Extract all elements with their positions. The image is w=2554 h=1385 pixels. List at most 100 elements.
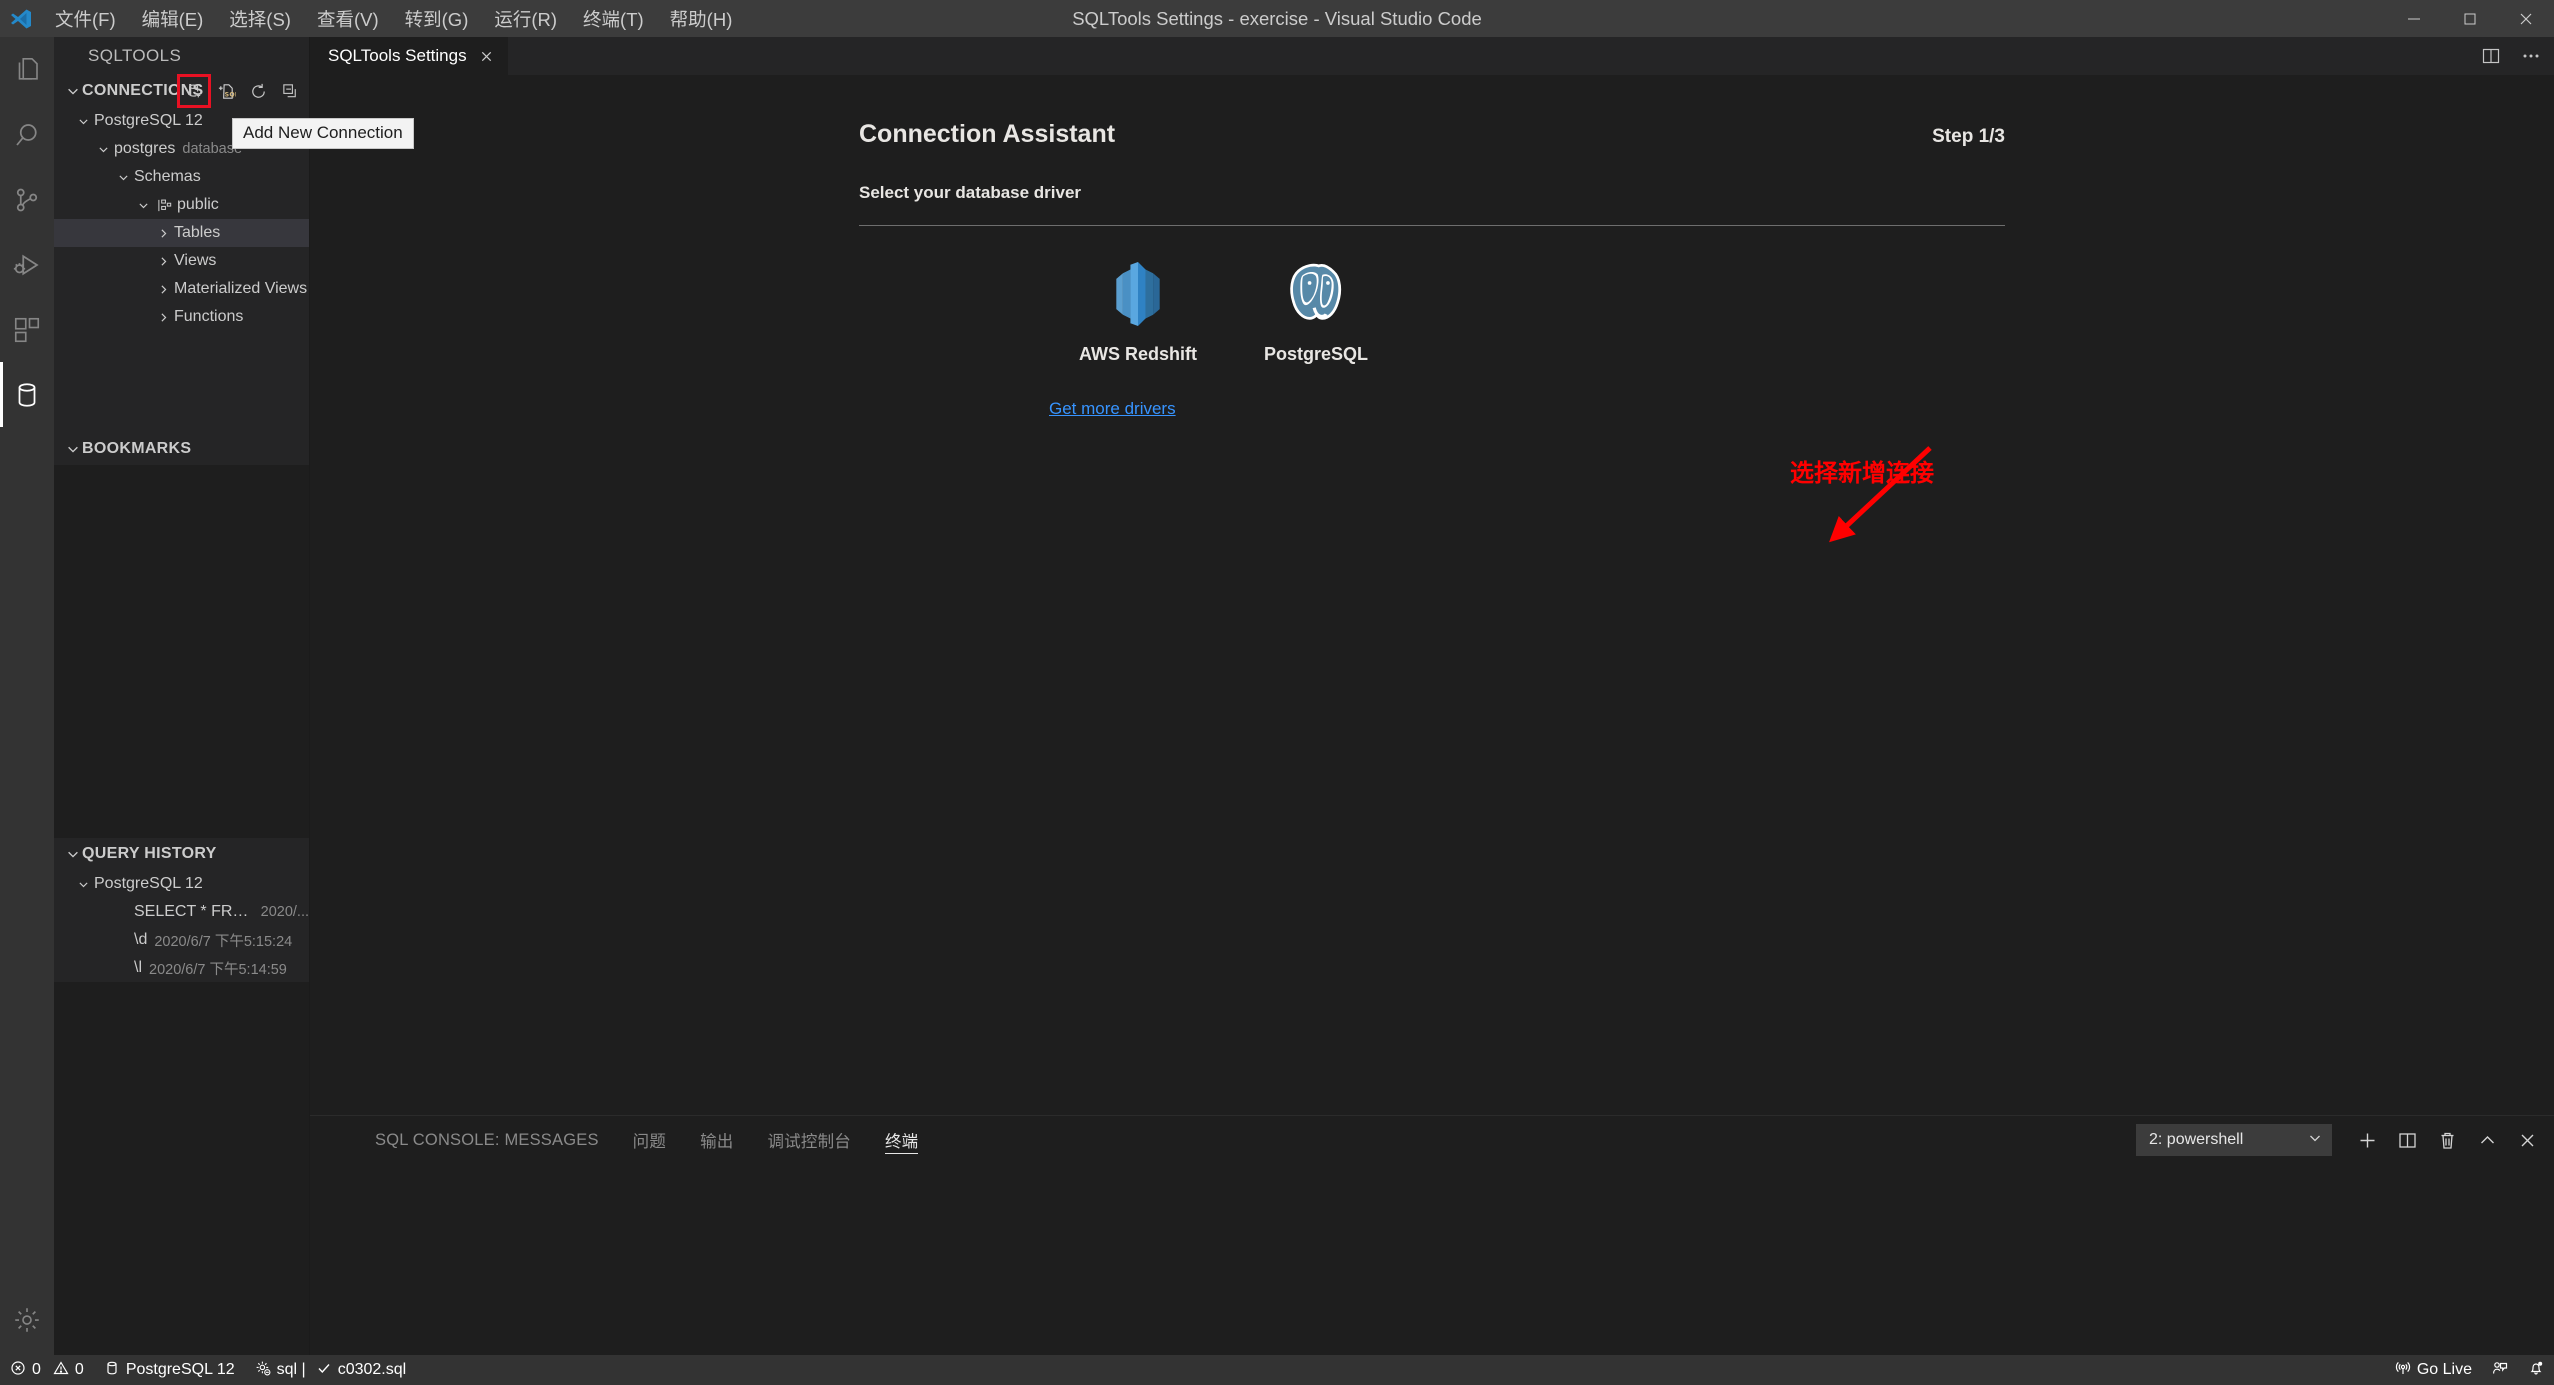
chevron-down-icon bbox=[132, 199, 154, 212]
warning-icon bbox=[53, 1360, 69, 1381]
bookmarks-body bbox=[54, 465, 309, 838]
sql-label: sql | bbox=[276, 1361, 306, 1378]
tree-row[interactable]: PostgreSQL 12 bbox=[54, 870, 309, 898]
driver-card-redshift[interactable]: AWS Redshift bbox=[1049, 260, 1227, 365]
get-more-drivers-link[interactable]: Get more drivers bbox=[1049, 399, 1176, 418]
menu-item-5[interactable]: 运行(R) bbox=[481, 2, 570, 36]
tree-row[interactable]: \l 2020/6/7 下午5:14:59 bbox=[54, 954, 309, 982]
bell-dot-icon bbox=[2528, 1360, 2544, 1381]
section-header-query-history[interactable]: QUERY HISTORY bbox=[54, 838, 309, 870]
chevron-down-icon bbox=[112, 171, 134, 184]
menu-item-3[interactable]: 查看(V) bbox=[304, 2, 392, 36]
tree-row[interactable]: Views bbox=[54, 247, 309, 275]
tree-item-detail: 2020/6/7 下午5:14:59 bbox=[149, 961, 287, 978]
terminal-select[interactable]: 2: powershell bbox=[2136, 1124, 2332, 1156]
tree-row[interactable]: SELECT * FROM room; 2020/... bbox=[54, 898, 309, 926]
bottom-panel: SQL CONSOLE: MESSAGES 问题 输出 调试控制台 终端 2: powe… bbox=[310, 1115, 2554, 1355]
tab-sqltools-settings[interactable]: SQLTools Settings bbox=[310, 37, 509, 75]
window-controls bbox=[2386, 0, 2554, 37]
panel-tab-1[interactable]: 问题 bbox=[616, 1116, 683, 1164]
tree-row[interactable]: Tables bbox=[54, 219, 309, 247]
menu-item-0[interactable]: 文件(F) bbox=[42, 2, 129, 36]
activity-explorer[interactable] bbox=[0, 37, 54, 102]
tree-row[interactable]: \d 2020/6/7 下午5:15:24 bbox=[54, 926, 309, 954]
chevron-down-icon bbox=[64, 84, 82, 98]
chevron-right-icon bbox=[152, 227, 174, 240]
split-icon[interactable] bbox=[2390, 1123, 2424, 1157]
status-current-file[interactable]: c0302.sql bbox=[316, 1355, 417, 1385]
split-editor-icon[interactable] bbox=[2478, 43, 2504, 69]
driver-name: AWS Redshift bbox=[1078, 344, 1197, 364]
tree-item-label: SELECT * FROM room; bbox=[134, 903, 254, 920]
tree-row[interactable]: Functions bbox=[54, 303, 309, 331]
driver-card-postgresql[interactable]: PostgreSQL bbox=[1227, 260, 1405, 365]
close-icon[interactable] bbox=[479, 49, 494, 64]
tree-item-label: \l bbox=[134, 959, 142, 976]
activity-source-control[interactable] bbox=[0, 167, 54, 232]
add-connection-icon[interactable] bbox=[177, 74, 211, 108]
menu-item-7[interactable]: 帮助(H) bbox=[657, 2, 746, 36]
broadcast-icon bbox=[2395, 1360, 2411, 1381]
panel-tab-2[interactable]: 输出 bbox=[683, 1116, 750, 1164]
section-header-connections[interactable]: CONNECTIONS SQL bbox=[54, 74, 309, 108]
maximize-button[interactable] bbox=[2442, 0, 2498, 37]
tree-item-label: public bbox=[177, 196, 219, 213]
tree-item-label: \d bbox=[134, 931, 148, 948]
activity-search[interactable] bbox=[0, 102, 54, 167]
svg-text:SQL: SQL bbox=[224, 91, 235, 98]
menu-item-1[interactable]: 编辑(E) bbox=[129, 2, 217, 36]
editor-tab-bar: SQLTools Settings bbox=[310, 37, 2554, 75]
status-feedback[interactable] bbox=[2482, 1355, 2518, 1385]
chevron-up-icon[interactable] bbox=[2470, 1123, 2504, 1157]
query-history-tree: PostgreSQL 12 SELECT * FROM room; 2020/...… bbox=[54, 870, 309, 982]
menu-bar: 文件(F) 编辑(E) 选择(S) 查看(V) 转到(G) 运行(R) 终端(T) 帮助(H) bbox=[42, 2, 745, 36]
status-bar: 0 0 PostgreSQL 12 sql | c0302.sql Go Liv… bbox=[0, 1355, 2554, 1385]
tree-item-label: postgres bbox=[114, 140, 176, 157]
chevron-down-icon bbox=[64, 442, 82, 456]
chevron-down-icon bbox=[72, 878, 94, 891]
status-go-live[interactable]: Go Live bbox=[2385, 1355, 2482, 1385]
feedback-icon bbox=[2492, 1360, 2508, 1381]
chevron-down-icon bbox=[2307, 1130, 2323, 1151]
new-sql-file-icon[interactable]: SQL bbox=[213, 78, 239, 104]
chevron-right-icon bbox=[152, 311, 174, 324]
collapse-all-icon[interactable] bbox=[277, 78, 303, 104]
activity-sqltools[interactable] bbox=[0, 362, 54, 427]
menu-item-4[interactable]: 转到(G) bbox=[392, 2, 482, 36]
activity-run-debug[interactable] bbox=[0, 232, 54, 297]
connection-assistant-webview: Connection Assistant Step 1/3 Select you… bbox=[310, 75, 2554, 1115]
annotation-text: 选择新增连接 bbox=[1790, 459, 1934, 487]
trash-icon[interactable] bbox=[2430, 1123, 2464, 1157]
menu-item-6[interactable]: 终端(T) bbox=[570, 2, 657, 36]
close-button[interactable] bbox=[2498, 0, 2554, 37]
status-connection[interactable]: PostgreSQL 12 bbox=[94, 1355, 245, 1385]
status-sql[interactable]: sql | bbox=[245, 1355, 316, 1385]
divider bbox=[859, 225, 2005, 226]
tree-row[interactable]: Schemas bbox=[54, 163, 309, 191]
activity-extensions[interactable] bbox=[0, 297, 54, 362]
refresh-icon[interactable] bbox=[245, 78, 271, 104]
status-notifications[interactable] bbox=[2518, 1355, 2554, 1385]
section-header-bookmarks[interactable]: BOOKMARKS bbox=[54, 433, 309, 465]
database-icon bbox=[104, 1360, 120, 1381]
panel-actions: 2: powershell bbox=[2136, 1116, 2544, 1164]
panel-tab-3[interactable]: 调试控制台 bbox=[750, 1116, 868, 1164]
postgresql-logo-icon bbox=[1282, 260, 1350, 328]
error-icon bbox=[10, 1360, 26, 1381]
panel-tab-0[interactable]: SQL CONSOLE: MESSAGES bbox=[358, 1116, 616, 1164]
tree-item-label: Materialized Views bbox=[174, 280, 308, 297]
check-icon bbox=[316, 1360, 332, 1381]
activity-manage-gear-icon[interactable] bbox=[0, 1285, 54, 1355]
ellipsis-icon[interactable] bbox=[2518, 43, 2544, 69]
tree-item-detail: 2020/6/7 下午5:15:24 bbox=[154, 933, 293, 950]
tree-row[interactable]: Materialized Views bbox=[54, 275, 309, 303]
plus-icon[interactable] bbox=[2350, 1123, 2384, 1157]
minimize-button[interactable] bbox=[2386, 0, 2442, 37]
close-icon[interactable] bbox=[2510, 1123, 2544, 1157]
status-problems[interactable]: 0 0 bbox=[0, 1355, 94, 1385]
title-bar: 文件(F) 编辑(E) 选择(S) 查看(V) 转到(G) 运行(R) 终端(T) 帮助(H)… bbox=[0, 0, 2554, 37]
tree-row[interactable]: public bbox=[54, 191, 309, 219]
menu-item-2[interactable]: 选择(S) bbox=[216, 2, 304, 36]
tooltip-add-new-connection: Add New Connection bbox=[232, 118, 414, 149]
panel-tab-4[interactable]: 终端 bbox=[868, 1116, 935, 1164]
